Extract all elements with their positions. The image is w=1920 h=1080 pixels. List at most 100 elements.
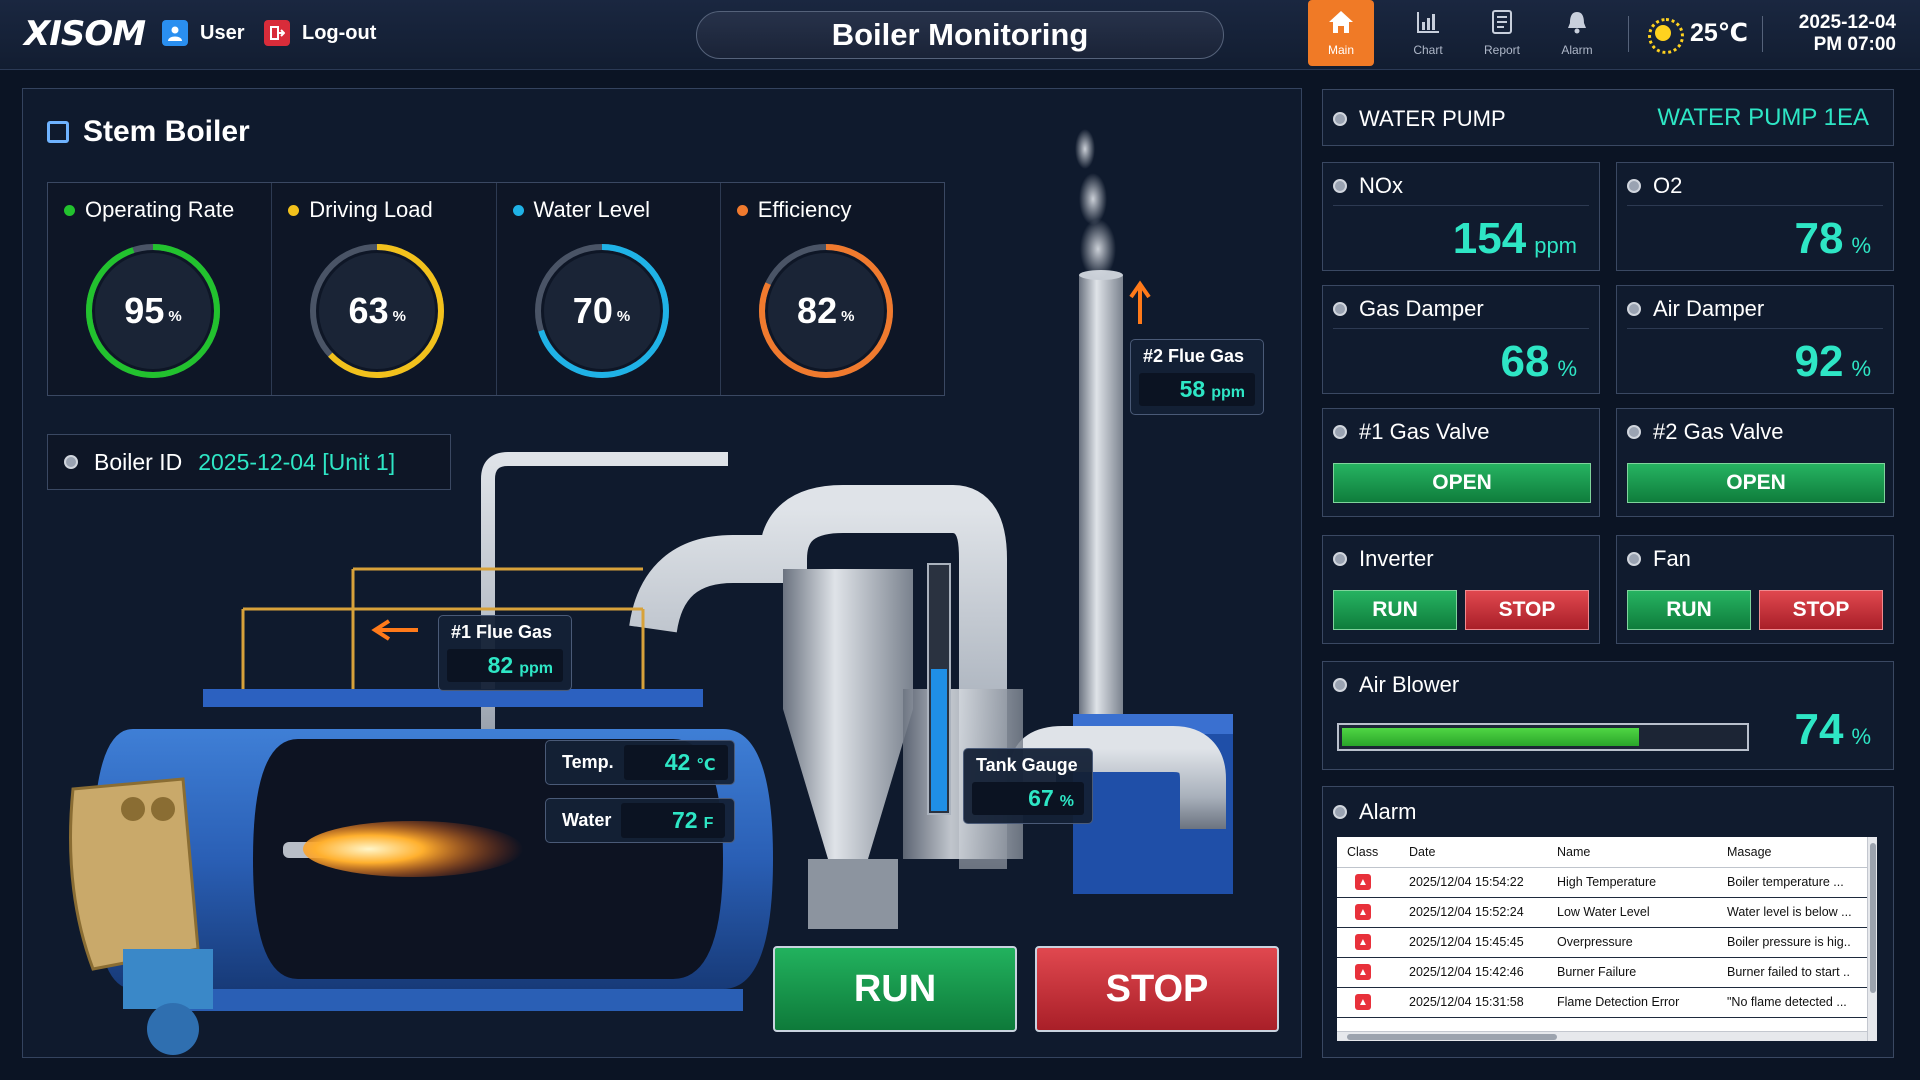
water-pump-label: WATER PUMP — [1359, 106, 1506, 131]
company-logo: XISOM — [24, 14, 146, 54]
nav-main-label: Main — [1327, 43, 1354, 57]
alarm-bell-icon: ▲ — [1355, 994, 1371, 1011]
gas-valve-2-open-button[interactable]: OPEN — [1627, 463, 1885, 503]
alarm-bell-icon: ▲ — [1355, 874, 1371, 891]
alarm-message: Boiler temperature ... — [1717, 867, 1867, 898]
o2-value: 78% — [1794, 214, 1871, 264]
alarm-name: Burner Failure — [1547, 957, 1717, 988]
table-row[interactable]: ▲ 2025/12/04 15:45:45 Overpressure Boile… — [1337, 927, 1867, 958]
status-dot — [1627, 552, 1641, 566]
vertical-scrollbar[interactable] — [1867, 837, 1877, 1041]
water-number: 72 — [671, 807, 698, 833]
time-label: PM 07:00 — [1813, 34, 1896, 55]
boiler-id-box: Boiler ID 2025-12-04 [Unit 1] — [47, 434, 451, 490]
gauge-number: 82 — [797, 290, 838, 331]
user-label: User — [200, 21, 245, 44]
alarm-name: High Temperature — [1547, 867, 1717, 898]
horizontal-scrollbar[interactable] — [1337, 1031, 1867, 1041]
scrollbar-thumb[interactable] — [1870, 843, 1876, 993]
fan-stop-button[interactable]: STOP — [1759, 590, 1883, 630]
gauge-operating-rate: Operating Rate 95% — [48, 183, 273, 395]
inverter-stop-button[interactable]: STOP — [1465, 590, 1589, 630]
tank-gauge-readout: Tank Gauge 67% — [963, 748, 1093, 824]
user-menu[interactable]: User — [162, 20, 244, 46]
o2-unit: % — [1851, 233, 1871, 258]
alarm-message: Burner failed to start .. — [1717, 957, 1867, 988]
status-dot — [1627, 425, 1641, 439]
table-row[interactable]: ▲ 2025/12/04 15:31:58 Flame Detection Er… — [1337, 987, 1867, 1018]
inverter-run-button[interactable]: RUN — [1333, 590, 1457, 630]
air-blower-value: 74% — [1794, 705, 1871, 755]
tank-gauge-value: 67% — [972, 782, 1084, 815]
temp-readout: Temp. 42 ℃ — [545, 740, 735, 785]
gas-valve-1-open-button[interactable]: OPEN — [1333, 463, 1591, 503]
alarm-bell-icon: ▲ — [1355, 904, 1371, 921]
divider — [1333, 205, 1589, 206]
gauge-label: Water Level — [533, 197, 651, 222]
divider — [1627, 328, 1883, 329]
scrollbar-thumb[interactable] — [1347, 1034, 1557, 1040]
weather-widget: 25℃ — [1646, 16, 1748, 54]
table-row[interactable]: ▲ 2025/12/04 15:52:24 Low Water Level Wa… — [1337, 897, 1867, 928]
air-blower-unit: % — [1851, 724, 1871, 749]
status-dot — [1333, 179, 1347, 193]
table-row[interactable]: ▲ 2025/12/04 15:42:46 Burner Failure Bur… — [1337, 957, 1867, 988]
gas-valve-1-card: #1 Gas Valve OPEN — [1322, 408, 1600, 517]
gauge-water-level: Water Level 70% — [497, 183, 721, 395]
fan-run-button[interactable]: RUN — [1627, 590, 1751, 630]
nav-main[interactable]: Main — [1308, 0, 1374, 66]
page-title: Boiler Monitoring — [696, 11, 1224, 59]
column-header-class[interactable]: Class — [1337, 837, 1399, 868]
temp-value: 42 ℃ — [623, 745, 728, 780]
gauge-label: Efficiency — [757, 197, 852, 222]
table-row[interactable]: ▲ 2025/12/04 15:54:22 High Temperature B… — [1337, 867, 1867, 898]
nav-chart-label: Chart — [1413, 43, 1443, 57]
column-header-message[interactable]: Masage — [1717, 837, 1867, 868]
nav-chart[interactable]: Chart — [1395, 0, 1461, 66]
date-time: 2025-12-04 PM 07:00 — [1799, 12, 1896, 56]
alarm-message: Water level is below ... — [1717, 897, 1867, 928]
air-damper-unit: % — [1851, 356, 1871, 381]
status-dot — [1333, 805, 1347, 819]
divider — [1333, 328, 1589, 329]
alarm-date: 2025/12/04 15:45:45 — [1399, 927, 1547, 958]
nav-report[interactable]: Report — [1469, 0, 1535, 66]
gas-valve-2-card: #2 Gas Valve OPEN — [1616, 408, 1894, 517]
run-button[interactable]: RUN — [773, 946, 1017, 1032]
air-damper-value: 92% — [1794, 337, 1871, 387]
stop-button[interactable]: STOP — [1035, 946, 1279, 1032]
flue-gas-1-readout: #1 Flue Gas 82 ppm — [438, 615, 572, 691]
water-readout: Water 72 F — [545, 798, 735, 843]
status-dot — [288, 204, 300, 216]
status-dot — [64, 455, 78, 469]
gauge-efficiency: Efficiency 82% — [721, 183, 944, 395]
panel-checkbox[interactable] — [47, 121, 69, 143]
gas-valve-1-label: #1 Gas Valve — [1359, 419, 1490, 444]
inverter-card: Inverter RUN STOP — [1322, 535, 1600, 644]
status-dot — [1627, 179, 1641, 193]
user-icon — [162, 20, 188, 46]
alarm-name: Flame Detection Error — [1547, 987, 1717, 1018]
nav-alarm[interactable]: Alarm — [1544, 0, 1610, 66]
nav-report-label: Report — [1483, 43, 1521, 57]
status-dot — [736, 204, 748, 216]
o2-label: O2 — [1653, 173, 1683, 198]
status-dot — [64, 204, 75, 216]
water-pump-value: WATER PUMP 1EA — [1657, 104, 1869, 131]
flue-gas-2-value: 58 ppm — [1139, 373, 1255, 406]
header-divider — [1762, 16, 1763, 52]
nox-unit: ppm — [1534, 233, 1577, 258]
logout-button[interactable]: Log-out — [264, 20, 376, 46]
column-header-date[interactable]: Date — [1399, 837, 1547, 868]
air-damper-number: 92 — [1794, 337, 1844, 386]
column-header-name[interactable]: Name — [1547, 837, 1717, 868]
home-icon — [1327, 9, 1355, 39]
nav-alarm-label: Alarm — [1561, 43, 1593, 57]
gauge-unit: % — [392, 307, 406, 325]
gauge-label: Operating Rate — [85, 197, 235, 222]
gauge-unit: % — [841, 307, 855, 325]
temp-label: Temp. — [562, 752, 614, 772]
flue-gas-2-readout: #2 Flue Gas 58 ppm — [1130, 339, 1264, 415]
air-blower-number: 74 — [1794, 705, 1844, 754]
alarm-date: 2025/12/04 15:31:58 — [1399, 987, 1547, 1018]
